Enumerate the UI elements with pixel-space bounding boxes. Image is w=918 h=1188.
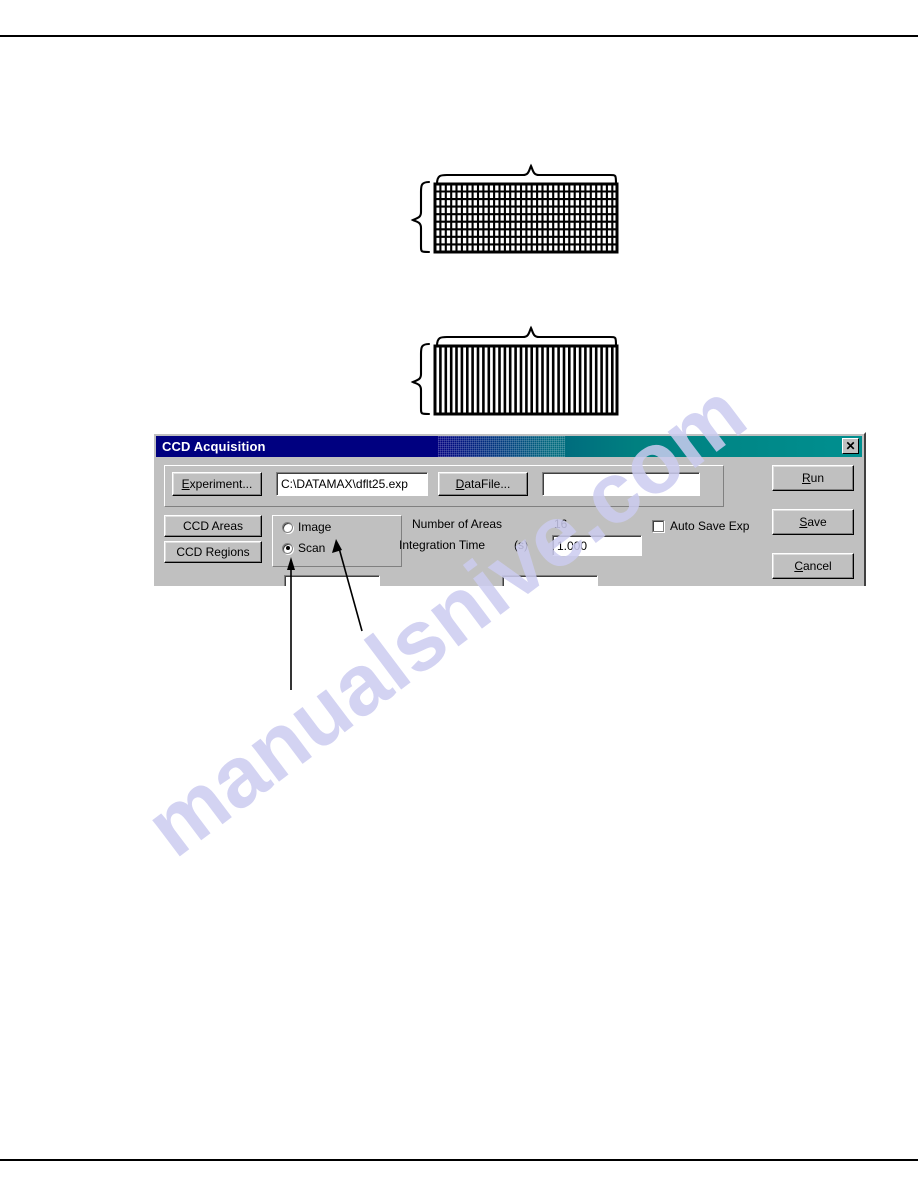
radio-image-label: Image — [298, 520, 332, 534]
radio-scan[interactable]: Scan — [282, 541, 325, 555]
experiment-path-input[interactable]: C:\DATAMAX\dflt25.exp — [276, 472, 428, 496]
auto-save-exp-label: Auto Save Exp — [670, 519, 750, 533]
run-button-label: un — [810, 471, 825, 485]
save-button[interactable]: Save — [772, 509, 854, 535]
clipped-right-input[interactable] — [502, 575, 598, 586]
ccd-areas-button[interactable]: CCD Areas — [164, 515, 262, 537]
figure-scan-mode — [405, 312, 630, 432]
figure-image-mode — [405, 150, 630, 270]
datafile-button[interactable]: DataFile... — [438, 472, 528, 496]
integration-time-label: Integration Time — [399, 538, 486, 552]
dialog-titlebar[interactable]: CCD Acquisition ✕ — [156, 436, 862, 457]
dialog-title: CCD Acquisition — [162, 439, 266, 454]
pixel-grid — [433, 182, 619, 254]
integration-time-input[interactable]: 1.000 — [552, 535, 642, 556]
radio-scan-label: Scan — [298, 541, 326, 555]
page-rule-top — [0, 35, 918, 37]
scan-mode-diagram — [410, 325, 619, 416]
experiment-button-label: xperiment... — [189, 477, 253, 491]
radio-image[interactable]: Image — [282, 520, 331, 534]
experiment-button-accel: E — [181, 477, 190, 491]
datafile-button-accel: D — [455, 477, 465, 491]
page-rule-bottom — [0, 1159, 918, 1161]
datafile-button-label: ataFile... — [464, 477, 511, 491]
run-button[interactable]: Run — [772, 465, 854, 491]
dialog-client-area: Experiment... C:\DATAMAX\dflt25.exp Data… — [154, 457, 864, 586]
datafile-input[interactable] — [542, 472, 700, 496]
save-button-label: ave — [807, 515, 827, 529]
titlebar-dither-pattern — [438, 436, 566, 457]
clipped-left-input[interactable] — [284, 575, 380, 586]
checkbox-icon — [652, 520, 664, 532]
experiment-button[interactable]: Experiment... — [172, 472, 262, 496]
ccd-acquisition-dialog[interactable]: CCD Acquisition ✕ Experiment... C:\DATAM… — [152, 432, 866, 586]
number-of-areas-label: Number of Areas — [412, 517, 503, 531]
number-of-areas-value: 16 — [554, 517, 568, 531]
ccd-regions-button[interactable]: CCD Regions — [164, 541, 262, 563]
cancel-button-accel: C — [794, 559, 803, 573]
stripe-grid — [433, 344, 619, 416]
image-mode-diagram — [410, 163, 619, 254]
cancel-button[interactable]: Cancel — [772, 553, 854, 579]
cancel-button-label: ancel — [802, 559, 832, 573]
auto-save-exp-checkbox[interactable]: Auto Save Exp — [652, 519, 749, 533]
radio-scan-dot-icon — [282, 542, 293, 554]
run-button-accel: R — [801, 471, 811, 485]
close-icon[interactable]: ✕ — [842, 438, 859, 454]
radio-image-dot-icon — [282, 521, 293, 533]
integration-time-unit: (s) — [514, 538, 528, 552]
